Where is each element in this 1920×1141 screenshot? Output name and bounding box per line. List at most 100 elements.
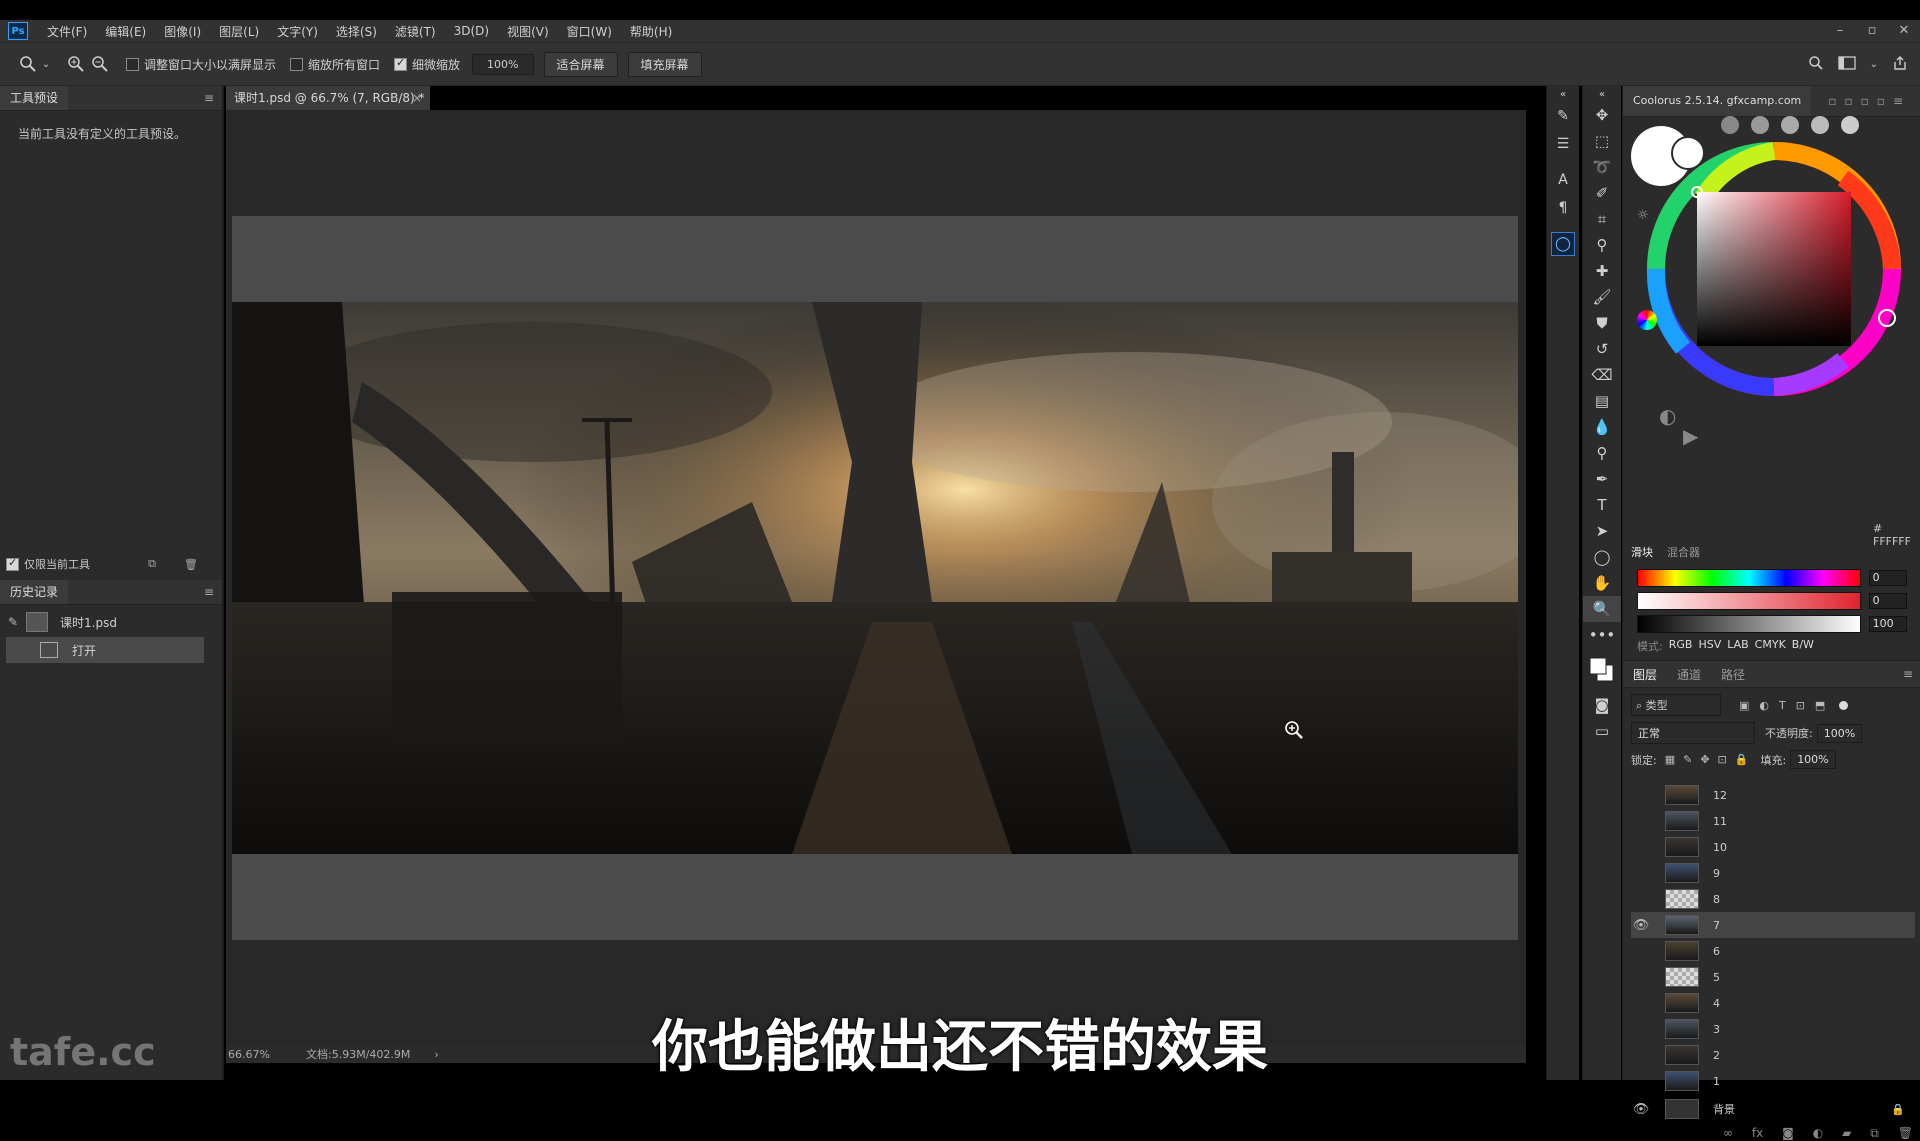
hue-slider[interactable]: 0: [1637, 569, 1907, 587]
zoom-tool-icon[interactable]: [16, 52, 40, 76]
blend-mode-select[interactable]: 正常: [1631, 722, 1755, 744]
layer-row[interactable]: 11: [1631, 808, 1915, 834]
hex-value[interactable]: # FFFFFF: [1873, 522, 1920, 548]
preset-icon[interactable]: [1811, 116, 1829, 134]
new-preset-icon[interactable]: ⧉: [148, 557, 156, 571]
layer-row[interactable]: 12: [1631, 782, 1915, 808]
color-mode-icon[interactable]: [1637, 310, 1657, 330]
chevron-down-icon[interactable]: ⌄: [40, 52, 52, 76]
shape-tool-icon[interactable]: ◯: [1583, 544, 1621, 570]
color-wheel[interactable]: [1643, 138, 1905, 404]
collapse-arrows-icon[interactable]: «: [1547, 86, 1579, 102]
healing-brush-icon[interactable]: ✚: [1583, 258, 1621, 284]
close-icon[interactable]: ✕: [1888, 20, 1920, 42]
menu-filter[interactable]: 滤镜(T): [386, 23, 445, 40]
fill-screen-button[interactable]: 填充屏幕: [627, 51, 702, 77]
menu-type[interactable]: 文字(Y): [268, 23, 327, 40]
history-item-open[interactable]: 打开: [6, 637, 204, 663]
screen-mode-icon[interactable]: ▭: [1583, 718, 1621, 744]
restore-icon[interactable]: ▫: [1856, 20, 1888, 42]
panel-tabs-icon[interactable]: ▫▫▫▫≡: [1828, 94, 1911, 108]
panel-menu-icon[interactable]: ≡: [204, 585, 214, 599]
tab-paths[interactable]: 路径: [1711, 666, 1755, 683]
preset-icon[interactable]: [1781, 116, 1799, 134]
artwork-image[interactable]: [232, 302, 1518, 854]
fx-icon[interactable]: fx: [1752, 1126, 1763, 1141]
menu-layer[interactable]: 图层(L): [210, 23, 268, 40]
quick-select-tool-icon[interactable]: ✐: [1583, 180, 1621, 206]
layer-background[interactable]: 👁 背景 🔒: [1631, 1096, 1915, 1122]
panel-menu-icon[interactable]: ≡: [204, 91, 214, 105]
menu-3d[interactable]: 3D(D): [445, 24, 498, 38]
tab-tool-presets[interactable]: 工具预设: [0, 86, 69, 110]
opacity-input[interactable]: 100%: [1816, 723, 1863, 743]
tab-sliders[interactable]: 滑块: [1631, 544, 1653, 560]
zoom-in-icon[interactable]: [64, 52, 88, 76]
menu-image[interactable]: 图像(I): [155, 23, 210, 40]
fill-input[interactable]: 100%: [1790, 750, 1836, 769]
link-icon[interactable]: ∞: [1723, 1126, 1733, 1141]
menu-edit[interactable]: 编辑(E): [96, 23, 155, 40]
saturation-slider[interactable]: 0: [1637, 592, 1907, 610]
brightness-slider[interactable]: 100: [1637, 615, 1907, 633]
fit-screen-button[interactable]: 适合屏幕: [543, 51, 618, 77]
workspace-icon[interactable]: [1837, 55, 1856, 73]
type-tool-icon[interactable]: T: [1583, 492, 1621, 518]
brush-tool-icon[interactable]: 🖌: [1583, 284, 1621, 310]
layer-row[interactable]: 10: [1631, 834, 1915, 860]
gradient-tool-icon[interactable]: ▤: [1583, 388, 1621, 414]
menu-window[interactable]: 窗口(W): [558, 23, 621, 40]
filter-icons[interactable]: ▣◐T⊡⬒: [1739, 699, 1835, 712]
mode-cmyk[interactable]: CMYK: [1755, 638, 1786, 654]
eye-icon[interactable]: 👁: [1631, 1102, 1651, 1117]
eyedropper-tool-icon[interactable]: ⚲: [1583, 232, 1621, 258]
zoom-tool-icon[interactable]: 🔍: [1583, 596, 1621, 622]
history-snapshot[interactable]: ✎ 课时1.psd: [0, 609, 222, 635]
preset-icon[interactable]: [1841, 116, 1859, 134]
share-icon[interactable]: [1892, 55, 1908, 74]
layer-row[interactable]: 5: [1631, 964, 1915, 990]
marquee-tool-icon[interactable]: ⬚: [1583, 128, 1621, 154]
scrubby-zoom-checkbox[interactable]: 细微缩放: [394, 56, 460, 73]
layer-row[interactable]: 8: [1631, 886, 1915, 912]
menu-file[interactable]: 文件(F): [38, 23, 96, 40]
search-icon[interactable]: [1808, 55, 1824, 74]
brightness-value[interactable]: 100: [1868, 616, 1907, 632]
tab-layers[interactable]: 图层: [1623, 666, 1667, 683]
mode-rgb[interactable]: RGB: [1669, 638, 1693, 654]
menu-help[interactable]: 帮助(H): [621, 23, 681, 40]
preset-icon[interactable]: [1721, 116, 1739, 134]
history-brush-icon[interactable]: ↺: [1583, 336, 1621, 362]
resize-windows-checkbox[interactable]: 调整窗口大小以满屏显示: [126, 56, 276, 73]
folder-icon[interactable]: ▰: [1842, 1126, 1851, 1141]
hue-value[interactable]: 0: [1868, 570, 1907, 586]
eye-icon[interactable]: 👁: [1631, 918, 1651, 933]
more-tools-icon[interactable]: •••: [1583, 622, 1621, 648]
zoom-100-button[interactable]: 100%: [472, 53, 534, 75]
zoom-out-icon[interactable]: [88, 52, 112, 76]
trash-icon[interactable]: 🗑: [1898, 1126, 1913, 1141]
pen-tool-icon[interactable]: ✒: [1583, 466, 1621, 492]
zoom-all-windows-checkbox[interactable]: 缩放所有窗口: [290, 56, 380, 73]
rotate-icon[interactable]: ◐: [1659, 404, 1676, 428]
hand-tool-icon[interactable]: ✋: [1583, 570, 1621, 596]
quick-mask-icon[interactable]: ◙: [1583, 692, 1621, 718]
tab-channels[interactable]: 通道: [1667, 666, 1711, 683]
brush-settings-icon[interactable]: ✎: [1547, 102, 1579, 130]
paragraph-icon[interactable]: ¶: [1547, 194, 1579, 222]
filter-toggle-icon[interactable]: [1839, 700, 1849, 710]
crop-tool-icon[interactable]: ⌗: [1583, 206, 1621, 232]
tab-mixer[interactable]: 混合器: [1667, 544, 1700, 560]
layer-row[interactable]: 9: [1631, 860, 1915, 886]
layer-row[interactable]: 👁 7: [1631, 912, 1915, 938]
minimize-icon[interactable]: –: [1824, 20, 1856, 42]
current-tool-only-checkbox[interactable]: [6, 556, 19, 571]
path-select-icon[interactable]: ➤: [1583, 518, 1621, 544]
tab-coolorus[interactable]: Coolorus 2.5.14. gfxcamp.com: [1623, 86, 1812, 116]
filter-kind-select[interactable]: ⌕ 类型: [1631, 694, 1721, 716]
character-icon[interactable]: A: [1547, 166, 1579, 194]
panel-menu-icon[interactable]: ≡: [1903, 667, 1913, 681]
tab-history[interactable]: 历史记录: [0, 580, 69, 604]
trash-icon[interactable]: 🗑: [184, 558, 198, 571]
coolorus-panel-icon[interactable]: ◯: [1547, 230, 1579, 258]
